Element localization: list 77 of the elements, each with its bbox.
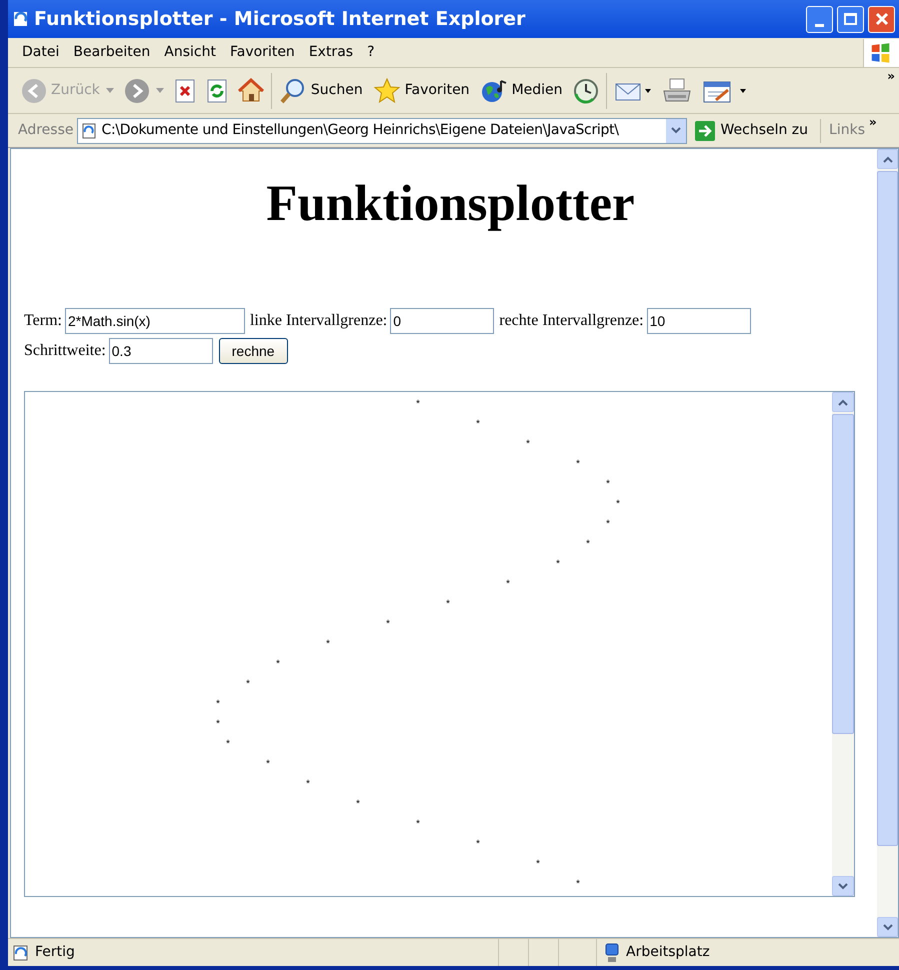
plot-line: * xyxy=(534,858,546,873)
field-label: linke Intervallgrenze: xyxy=(250,311,388,331)
close-button[interactable] xyxy=(868,6,895,32)
plot-line: * xyxy=(414,398,426,413)
compute-button[interactable]: rechne xyxy=(218,338,288,364)
plot-line: * xyxy=(384,618,396,633)
menu-item[interactable]: Datei xyxy=(16,42,66,63)
plot-line: * xyxy=(504,578,516,593)
printer-icon xyxy=(662,76,692,104)
minimize-icon xyxy=(815,24,824,26)
go-button[interactable]: Wechseln zu xyxy=(691,120,812,141)
page-scrollbar[interactable] xyxy=(877,149,898,937)
toolbar-button[interactable]: Medien xyxy=(476,72,566,108)
close-icon xyxy=(874,12,888,26)
dropdown-caret-icon xyxy=(156,88,164,94)
plot-line: * xyxy=(474,838,486,853)
address-label: Adresse xyxy=(18,121,74,140)
dropdown-caret-icon xyxy=(106,88,114,94)
plot-line: * xyxy=(274,658,286,673)
links-label[interactable]: Links xyxy=(829,120,866,141)
globe-icon xyxy=(480,78,508,104)
stop-icon xyxy=(174,78,196,102)
plot-line: * xyxy=(214,698,226,713)
toolbar-button[interactable]: Favoriten xyxy=(370,72,473,108)
page-icon xyxy=(12,944,30,962)
menu-item[interactable]: Ansicht xyxy=(158,42,222,63)
address-field[interactable]: C:\Dokumente und Einstellungen\Georg Heinrichs\Eigene Dateien\JavaScript\ xyxy=(77,118,688,144)
more-chevron[interactable]: » xyxy=(887,70,895,82)
scrollbar[interactable] xyxy=(832,392,854,896)
plot-text-area[interactable]: * * * * * * * * * * * * * * * * * * * * * * * * * xyxy=(24,391,855,897)
refresh-icon xyxy=(206,78,228,102)
plot-line: * xyxy=(324,638,336,653)
menu-item[interactable]: Extras xyxy=(302,42,360,63)
plot-line: * xyxy=(414,818,426,833)
text-field[interactable]: 2*Math.sin(x) xyxy=(64,308,245,334)
status-text: Fertig xyxy=(35,943,75,962)
field-label: Schrittweite: xyxy=(24,341,106,361)
plot-line: * xyxy=(554,558,566,573)
window-title: Funktionsplotter - Microsoft Internet Explorer xyxy=(34,6,526,32)
plot-line: * xyxy=(264,758,276,773)
menu-item[interactable]: Bearbeiten xyxy=(67,42,156,63)
plot-line: * xyxy=(354,798,366,813)
maximize-button[interactable] xyxy=(837,6,864,32)
text-field[interactable]: 0 xyxy=(390,308,494,334)
more-chevron[interactable]: » xyxy=(869,116,877,128)
maximize-icon xyxy=(844,13,857,25)
plot-line: * xyxy=(614,498,626,513)
page-heading: Funktionsplotter xyxy=(265,179,636,230)
plot-line: * xyxy=(604,478,616,493)
menu-item[interactable]: ? xyxy=(361,42,380,63)
star-icon xyxy=(372,76,401,104)
plot-line: * xyxy=(524,438,536,453)
plot-line: * xyxy=(214,718,226,733)
plot-line: * xyxy=(244,678,256,693)
plot-line: * xyxy=(444,598,456,613)
field-label: Term: xyxy=(24,311,62,331)
browser-page-icon xyxy=(12,10,30,28)
plot-line: * xyxy=(304,778,316,793)
search-icon xyxy=(278,76,307,104)
text-field[interactable]: 10 xyxy=(646,308,751,334)
zone-text: Arbeitsplatz xyxy=(626,943,710,962)
plot-line: * xyxy=(474,418,486,433)
minimize-button[interactable] xyxy=(806,6,833,32)
plot-line: * xyxy=(584,538,596,553)
field-label: rechte Intervallgrenze: xyxy=(499,311,644,331)
home-icon xyxy=(238,78,264,104)
plot-line: * xyxy=(604,518,616,533)
plot-line: * xyxy=(574,458,586,473)
menu-item[interactable]: Favoriten xyxy=(224,42,301,63)
computer-icon xyxy=(603,942,621,962)
clock-icon xyxy=(572,78,599,104)
plot-line: * xyxy=(574,878,586,893)
arrow-right-icon xyxy=(695,120,716,140)
text-field[interactable]: 0.3 xyxy=(108,338,213,364)
plot-line: * xyxy=(224,738,236,753)
page-icon xyxy=(81,122,98,138)
toolbar-button[interactable]: Suchen xyxy=(276,72,366,108)
